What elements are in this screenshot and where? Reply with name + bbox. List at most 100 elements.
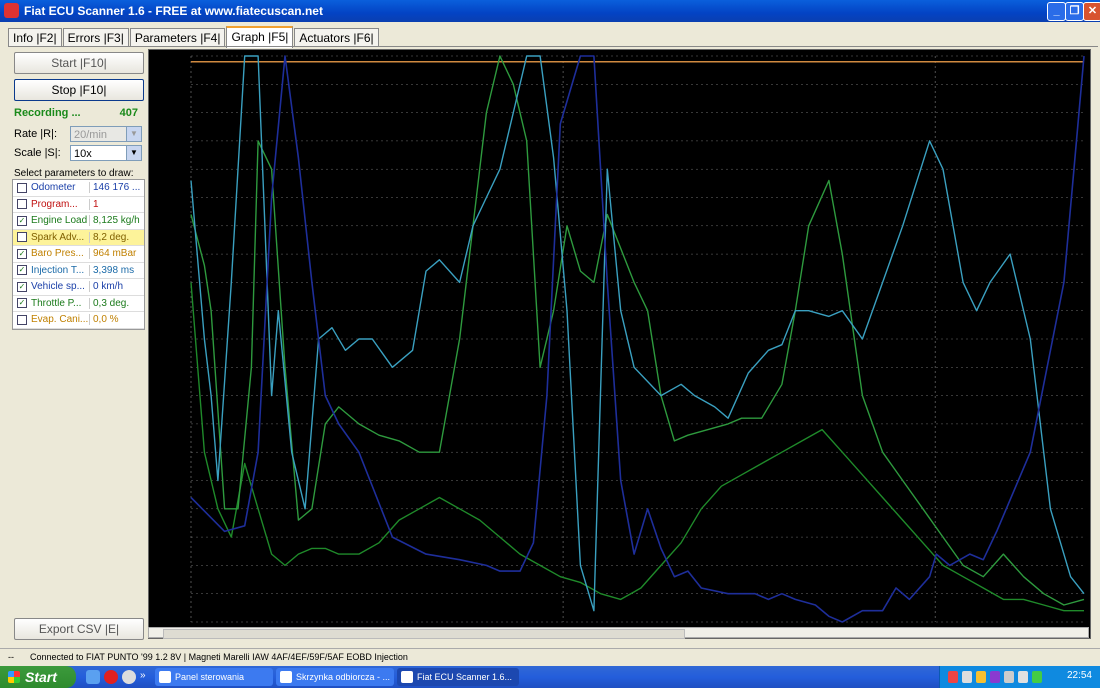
param-row[interactable]: ✓ Engine Load 8,125 kg/h [13,213,144,230]
param-row[interactable]: Evap. Cani... 0,0 % [13,312,144,329]
param-value: 0 km/h [89,281,144,293]
param-name: Program... [31,198,78,210]
scale-label: Scale |S|: [14,147,61,159]
param-value: 964 mBar [89,248,144,260]
app-icon [4,3,19,18]
param-row[interactable]: Program... 1 [13,196,144,213]
param-name: Evap. Cani... [31,314,89,326]
tray-security-icon[interactable] [948,671,958,683]
clock: 22:54 [1066,670,1092,681]
title-bar: Fiat ECU Scanner 1.6 - FREE at www.fiate… [0,0,1100,22]
series-throttle [190,282,1084,612]
tab-actuators[interactable]: Actuators |F6| [294,28,379,47]
quicklaunch-opera-icon[interactable] [104,670,118,684]
graph-panel [148,49,1091,639]
recording-label: Recording ... [14,107,81,119]
export-csv-button[interactable]: Export CSV |E| [14,618,144,640]
chevron-down-icon: ▼ [126,146,141,160]
scale-select[interactable]: 10x ▼ [70,145,142,161]
start-label: Start [25,669,57,685]
window-icon [159,671,171,683]
param-row[interactable]: Spark Adv... 8,2 deg. [13,229,144,246]
taskbar: Start » Panel sterowania Skrzynka odbior… [0,666,1100,688]
graph-canvas [190,55,1085,623]
tray-update-icon[interactable] [976,671,986,683]
quicklaunch-mail-icon[interactable] [86,670,100,684]
window-title: Fiat ECU Scanner 1.6 - FREE at www.fiate… [24,4,323,18]
param-value: 8,125 kg/h [89,215,144,227]
param-value: 8,2 deg. [89,231,144,243]
rate-select[interactable]: 20/min ▼ [70,126,142,142]
param-checkbox[interactable]: ✓ [17,298,27,309]
tray-misc-icon[interactable] [1018,671,1028,683]
param-row[interactable]: ✓ Baro Pres... 964 mBar [13,246,144,263]
tray-volume-icon[interactable] [1004,671,1014,683]
tab-errors[interactable]: Errors |F3| [62,28,129,47]
param-row[interactable]: ✓ Injection T... 3,398 ms [13,262,144,279]
start-button[interactable]: Start |F10| [14,52,144,74]
task-label: Panel sterowania [175,672,245,682]
tab-graph[interactable]: Graph |F5| [226,26,294,48]
task-skrzynka[interactable]: Skrzynka odbiorcza - ... [276,668,394,686]
maximize-button[interactable]: ❐ [1065,2,1084,21]
param-value: 1 [89,198,144,210]
task-fiat-ecu-scanner[interactable]: Fiat ECU Scanner 1.6... [397,668,519,686]
start-menu-button[interactable]: Start [0,666,76,688]
select-params-label: Select parameters to draw: [14,168,134,179]
param-name: Vehicle sp... [31,281,85,293]
tab-parameters[interactable]: Parameters |F4| [129,28,226,47]
param-name: Spark Adv... [31,231,85,243]
param-name: Engine Load [31,215,88,227]
param-name: Odometer [31,182,76,194]
tray-misc2-icon[interactable] [1032,671,1042,683]
param-row[interactable]: Odometer 146 176 ... [13,180,144,197]
window-icon [401,671,413,683]
rate-label: Rate |R|: [14,128,58,140]
scrollbar-thumb[interactable] [163,629,685,639]
task-panel-sterowania[interactable]: Panel sterowania [155,668,273,686]
param-row[interactable]: ✓ Throttle P... 0,3 deg. [13,295,144,312]
status-bar: -- Connected to FIAT PUNTO '99 1.2 8V | … [0,648,1100,667]
param-value: 0,0 % [89,314,144,326]
tab-strip: Info |F2| Errors |F3| Parameters |F4| Gr… [8,26,380,48]
minimize-button[interactable]: _ [1047,2,1066,21]
task-label: Fiat ECU Scanner 1.6... [417,672,513,682]
param-checkbox[interactable]: ✓ [17,281,27,292]
task-label: Skrzynka odbiorcza - ... [296,672,391,682]
param-checkbox[interactable] [17,199,27,210]
param-checkbox[interactable] [17,314,27,325]
tray-network-icon[interactable] [962,671,972,683]
windows-logo-icon [8,671,20,683]
scale-value: 10x [74,148,92,160]
param-checkbox[interactable] [17,232,27,243]
status-text: Connected to FIAT PUNTO '99 1.2 8V | Mag… [30,652,408,662]
status-left: -- [8,652,14,662]
series-injection [190,55,1085,612]
param-checkbox[interactable] [17,182,27,193]
param-value: 3,398 ms [89,264,144,276]
param-name: Baro Pres... [31,248,84,260]
quicklaunch-more-icon[interactable]: » [140,670,154,684]
quicklaunch-media-icon[interactable] [122,670,136,684]
recording-status: Recording ... 407 [14,107,138,119]
param-name: Throttle P... [31,297,82,309]
chevron-down-icon: ▼ [126,127,141,141]
tray-app-icon[interactable] [990,671,1000,683]
close-button[interactable]: ✕ [1083,2,1100,21]
stop-button[interactable]: Stop |F10| [14,79,144,101]
series-engine-load [190,55,1085,606]
tab-divider [8,46,1098,47]
window-icon [280,671,292,683]
graph-scrollbar[interactable] [148,627,1089,639]
system-tray: 22:54 [939,666,1100,688]
param-checkbox[interactable]: ✓ [17,265,27,276]
param-row[interactable]: ✓ Vehicle sp... 0 km/h [13,279,144,296]
param-value: 0,3 deg. [89,297,144,309]
param-checkbox[interactable]: ✓ [17,248,27,259]
recording-count: 407 [119,107,138,119]
tab-info[interactable]: Info |F2| [8,28,62,47]
param-name: Injection T... [31,264,85,276]
rate-value: 20/min [74,129,108,141]
param-value: 146 176 ... [89,182,144,194]
param-checkbox[interactable]: ✓ [17,215,27,226]
